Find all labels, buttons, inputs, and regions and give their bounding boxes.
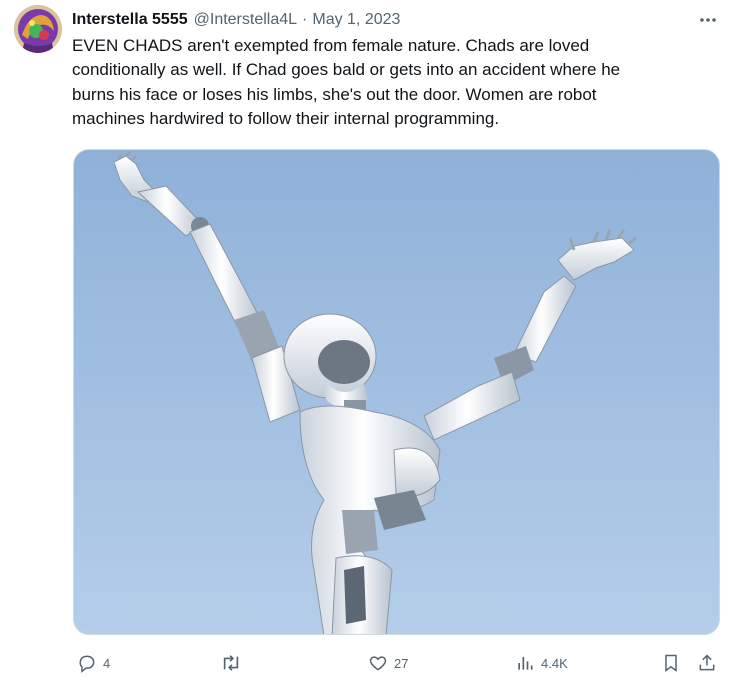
views-count: 4.4K [541, 655, 568, 671]
views-chart-icon [518, 657, 533, 670]
robot-arms-raised-image-icon [113, 150, 637, 634]
post-text-line: conditionally as well. If Chad goes bald… [72, 60, 621, 80]
author-handle[interactable]: @Interstella4L [194, 11, 297, 29]
post-text-line: EVEN CHADS aren't exempted from female n… [72, 36, 590, 55]
more-dots-icon [700, 18, 716, 22]
share-button[interactable] [697, 648, 717, 678]
action-bar: 4 27 4.4K [0, 648, 739, 678]
separator-dot: · [302, 11, 308, 28]
avatar[interactable] [14, 5, 62, 53]
post-image[interactable] [73, 149, 720, 635]
bookmark-icon [665, 654, 677, 672]
author-name[interactable]: Interstella 5555 [72, 11, 188, 29]
share-icon [699, 654, 715, 671]
bookmark-button[interactable] [661, 648, 681, 678]
retweet-icon [223, 655, 239, 671]
post-text-line: machines hardwired to follow their inter… [72, 109, 500, 129]
more-options-button[interactable] [694, 10, 722, 30]
like-button[interactable]: 27 [368, 648, 408, 678]
post-text-line: burns his face or loses his limbs, she's… [72, 84, 597, 104]
reply-count: 4 [103, 655, 111, 671]
reply-icon [79, 655, 95, 673]
reply-button[interactable]: 4 [77, 648, 110, 678]
post-date[interactable]: May 1, 2023 [312, 11, 400, 29]
like-count: 27 [394, 655, 409, 671]
heart-icon [369, 656, 387, 671]
retweet-button[interactable] [220, 648, 248, 678]
tweet[interactable]: Interstella 5555 @Interstella4L · May 1,… [0, 0, 739, 689]
tweet-header: Interstella 5555 @Interstella4L · May 1,… [72, 8, 400, 32]
views-button[interactable]: 4.4K [515, 648, 568, 678]
post-text: EVEN CHADS aren't exempted from female n… [72, 34, 722, 132]
avatar-art-icon [14, 5, 62, 53]
